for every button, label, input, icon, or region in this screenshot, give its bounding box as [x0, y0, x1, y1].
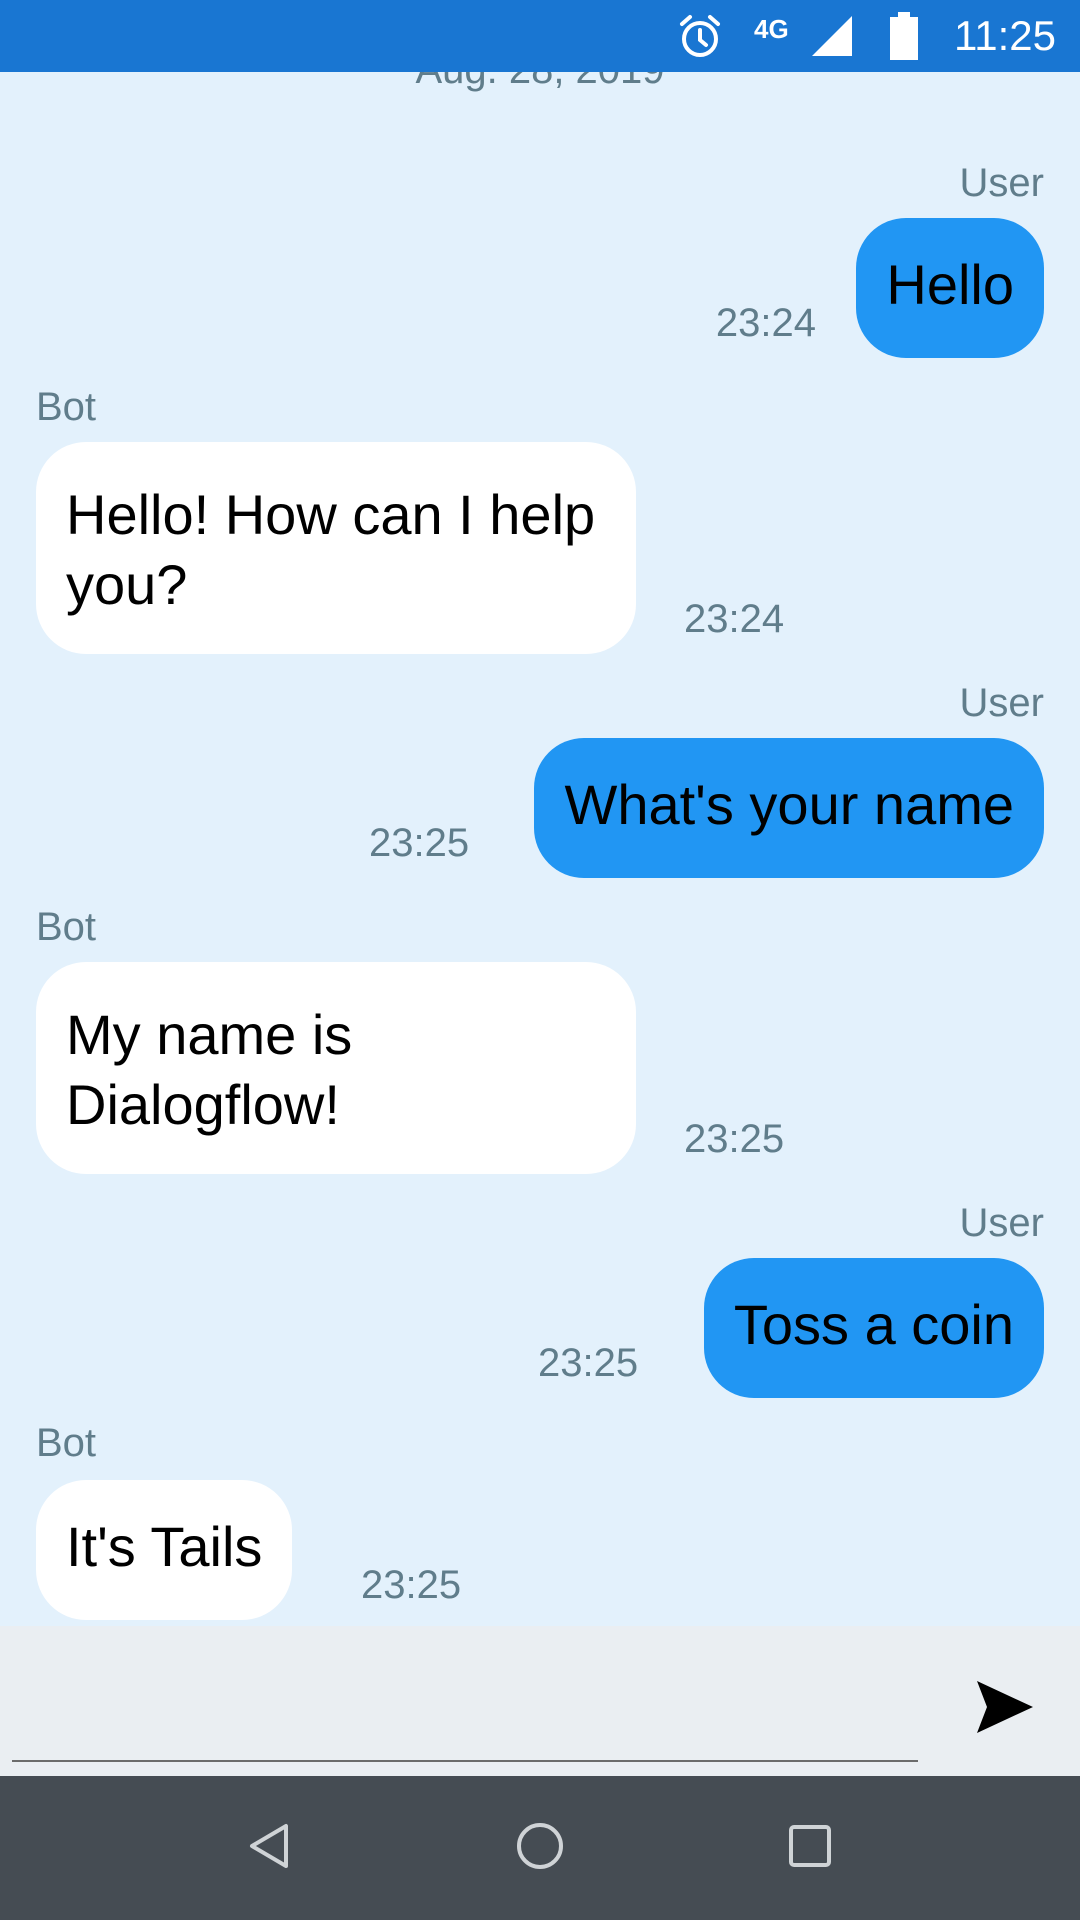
message-timestamp: 23:25: [361, 1563, 462, 1607]
user-message-bubble: Toss a coin: [703, 1258, 1044, 1398]
message-input[interactable]: [12, 1676, 918, 1762]
home-icon: [515, 1821, 565, 1876]
battery-icon: [890, 12, 918, 65]
message-timestamp: 23:25: [369, 821, 470, 865]
recents-icon: [788, 1824, 832, 1873]
message-timestamp: 23:24: [715, 301, 816, 345]
system-nav-bar: [0, 1776, 1080, 1920]
back-button[interactable]: [234, 1812, 306, 1884]
bot-message-bubble: Hello! How can I help you?: [36, 442, 636, 654]
message-timestamp: 23:25: [538, 1341, 639, 1385]
user-message-bubble: What's your name: [534, 738, 1044, 878]
alarm-icon: [676, 12, 724, 65]
recents-button[interactable]: [774, 1812, 846, 1884]
clock: 11:25: [954, 12, 1056, 59]
bot-message-bubble: It's Tails: [36, 1480, 293, 1620]
status-bar: 4G 11:25: [0, 0, 1080, 72]
message-timestamp: 23:25: [684, 1117, 785, 1161]
chat-message-list[interactable]: Aug. 28, 2019 User Hello 23:24 Bot Hello…: [0, 72, 1080, 1626]
sender-label: Bot: [36, 905, 97, 949]
date-header: Aug. 28, 2019: [0, 72, 1080, 93]
send-button[interactable]: [960, 1664, 1050, 1754]
signal-icon: [812, 16, 852, 61]
sender-label: User: [959, 681, 1044, 725]
message-composer: [0, 1626, 1080, 1776]
message-timestamp: 23:24: [684, 597, 785, 641]
send-icon: [975, 1677, 1035, 1742]
back-icon: [246, 1822, 294, 1875]
user-message-bubble: Hello: [856, 218, 1044, 358]
sender-label: Bot: [36, 1421, 97, 1465]
sender-label: Bot: [36, 385, 97, 429]
network-type-label: 4G: [754, 14, 789, 44]
home-button[interactable]: [504, 1812, 576, 1884]
sender-label: User: [959, 161, 1044, 205]
bot-message-bubble: My name is Dialogflow!: [36, 962, 636, 1174]
sender-label: User: [959, 1201, 1044, 1245]
